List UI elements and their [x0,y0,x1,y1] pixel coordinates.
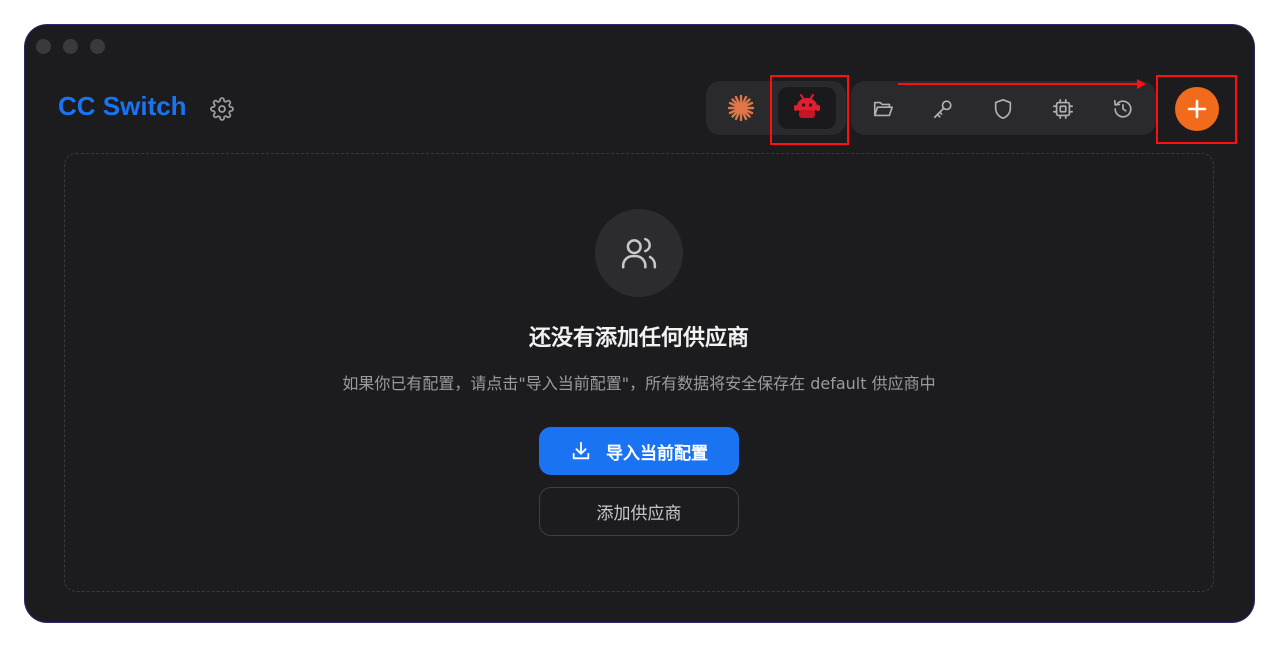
shield-icon [994,99,1012,119]
window-minimize-button[interactable] [63,39,78,54]
annotation-arrow-head [1137,79,1146,89]
window-zoom-button[interactable] [90,39,105,54]
key-icon [933,100,952,119]
annotation-arrow [898,83,1138,85]
empty-state-icon [595,209,683,297]
cpu-chip-icon [1053,99,1073,119]
mcp-button[interactable] [1050,96,1076,122]
history-icon [1113,99,1132,118]
import-config-button[interactable]: 导入当前配置 [539,427,739,475]
add-provider-button[interactable]: 添加供应商 [539,487,739,536]
import-config-label: 导入当前配置 [606,443,708,464]
folder-open-icon [873,101,893,117]
claude-starburst-icon [727,94,755,122]
empty-state-panel: 还没有添加任何供应商 如果你已有配置，请点击"导入当前配置"，所有数据将安全保存… [64,153,1214,592]
toolbar [851,81,1156,135]
open-folder-button[interactable] [870,96,896,122]
app-title: CC Switch [58,91,187,121]
empty-state-title: 还没有添加任何供应商 [528,326,749,351]
keys-button[interactable] [930,96,956,122]
empty-state-description: 如果你已有配置，请点击"导入当前配置"，所有数据将安全保存在 default 供… [342,374,936,393]
users-icon [621,237,657,269]
settings-button[interactable] [210,97,234,121]
gear-icon [210,97,234,121]
highlight-box-add-button [1156,75,1237,144]
app-claude-button[interactable] [712,87,770,129]
security-button[interactable] [990,96,1016,122]
download-icon [572,441,590,460]
window-close-button[interactable] [36,39,51,54]
highlight-box-app-toggle [770,75,849,145]
app-window: CC Switch 还没有添加任何供应商 如果你已有配置，请点击"导入当前配置"… [25,25,1254,622]
history-button[interactable] [1110,96,1136,122]
